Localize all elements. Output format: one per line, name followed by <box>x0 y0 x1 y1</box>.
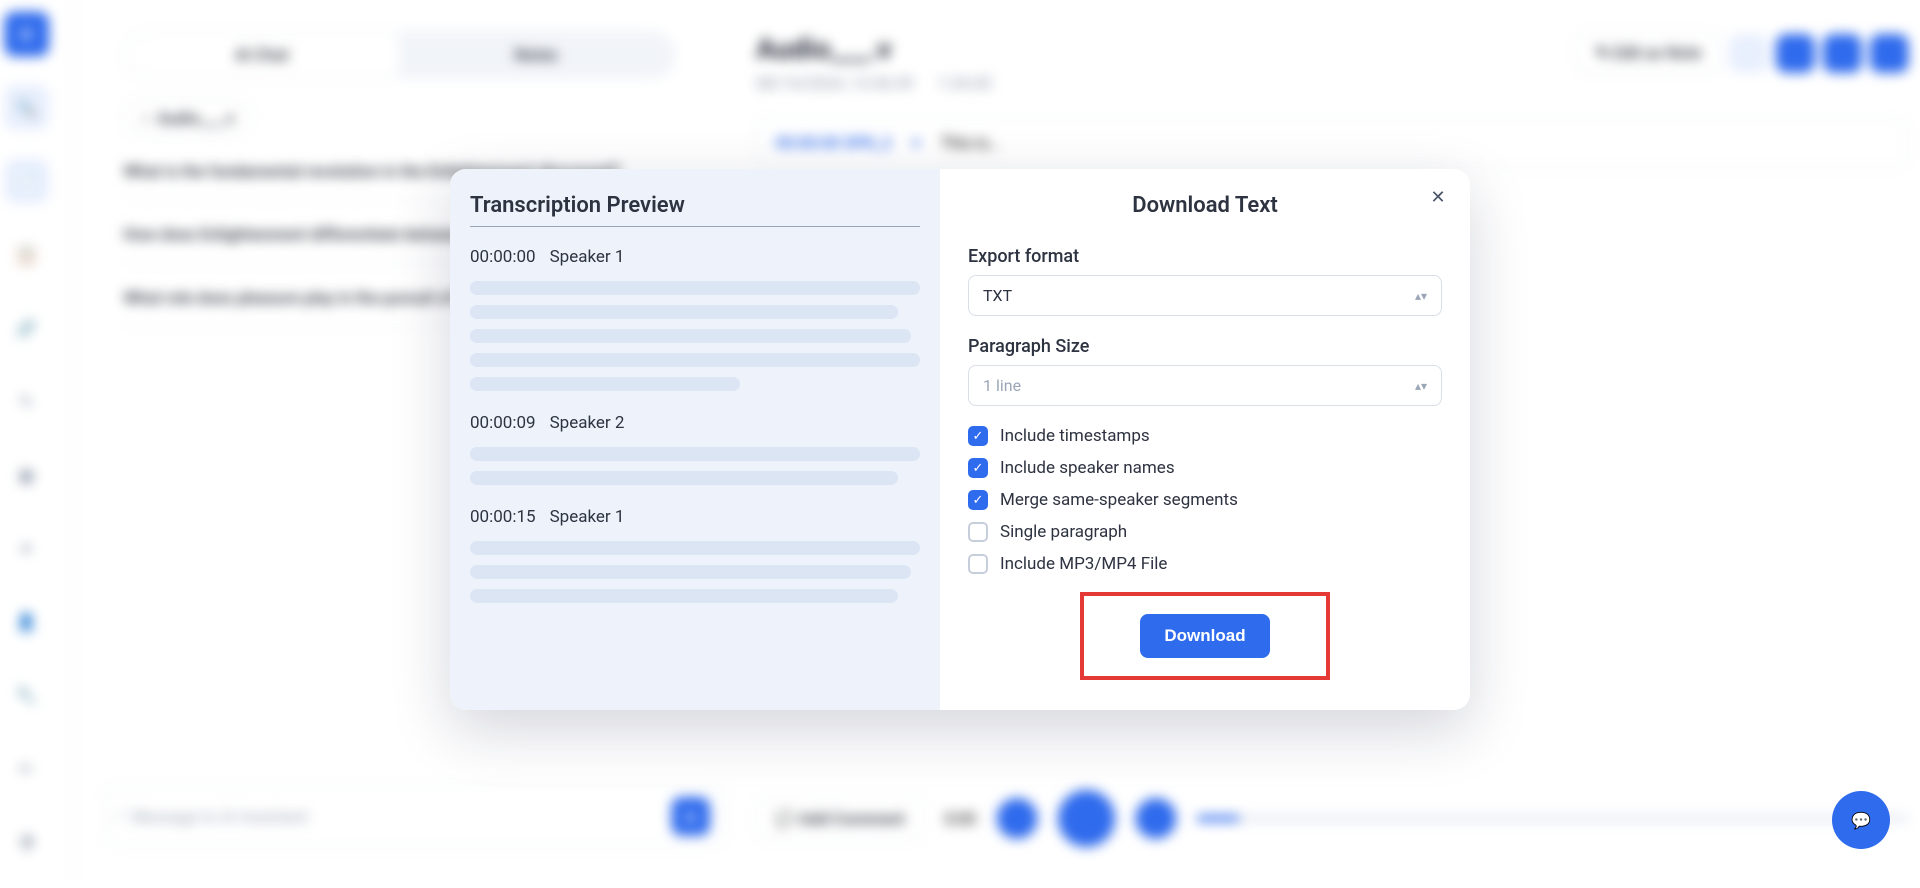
segment-speaker: Speaker 1 <box>550 507 625 527</box>
placeholder-line <box>470 281 920 295</box>
chat-icon: 💬 <box>1851 811 1871 830</box>
preview-segment: 00:00:00 Speaker 1 <box>470 247 920 391</box>
checkbox[interactable]: ✓ <box>968 490 988 510</box>
preview-segment: 00:00:09 Speaker 2 <box>470 413 920 485</box>
preview-segment: 00:00:15 Speaker 1 <box>470 507 920 603</box>
checkbox[interactable]: ✓ <box>968 458 988 478</box>
download-highlight-box: Download <box>1080 592 1329 680</box>
segment-header: 00:00:15 Speaker 1 <box>470 507 920 527</box>
checkbox-row[interactable]: Include MP3/MP4 File <box>968 554 1442 574</box>
placeholder-line <box>470 541 920 555</box>
checkbox-row[interactable]: ✓ Include timestamps <box>968 426 1442 446</box>
placeholder-line <box>470 447 920 461</box>
placeholder-line <box>470 305 898 319</box>
chat-fab[interactable]: 💬 <box>1832 791 1890 849</box>
segment-time: 00:00:00 <box>470 247 536 267</box>
checkbox[interactable]: ✓ <box>968 426 988 446</box>
checkbox-label: Include MP3/MP4 File <box>1000 554 1167 574</box>
placeholder-line <box>470 589 898 603</box>
segment-speaker: Speaker 1 <box>550 247 625 267</box>
segment-header: 00:00:00 Speaker 1 <box>470 247 920 267</box>
placeholder-line <box>470 471 898 485</box>
checkbox-label: Include speaker names <box>1000 458 1175 478</box>
download-button[interactable]: Download <box>1140 614 1269 658</box>
checkbox[interactable] <box>968 554 988 574</box>
preview-title: Transcription Preview <box>470 193 920 227</box>
modal-overlay: ✕ Transcription Preview 00:00:00 Speaker … <box>0 0 1920 879</box>
placeholder-line <box>470 329 911 343</box>
placeholder-line <box>470 565 911 579</box>
segment-header: 00:00:09 Speaker 2 <box>470 413 920 433</box>
segment-time: 00:00:15 <box>470 507 536 527</box>
checkbox-row[interactable]: ✓ Merge same-speaker segments <box>968 490 1442 510</box>
checkbox-label: Include timestamps <box>1000 426 1150 446</box>
export-format-label: Export format <box>968 246 1442 267</box>
checkbox-row[interactable]: Single paragraph <box>968 522 1442 542</box>
close-button[interactable]: ✕ <box>1426 185 1450 209</box>
modal-title: Download Text <box>968 193 1442 218</box>
placeholder-line <box>470 353 920 367</box>
checkbox-label: Single paragraph <box>1000 522 1127 542</box>
download-text-modal: ✕ Transcription Preview 00:00:00 Speaker … <box>450 169 1470 710</box>
segment-time: 00:00:09 <box>470 413 536 433</box>
export-format-select[interactable]: TXT ▴▾ <box>968 275 1442 316</box>
paragraph-size-label: Paragraph Size <box>968 336 1442 357</box>
select-chevron-icon: ▴▾ <box>1415 380 1427 392</box>
export-format-value: TXT <box>983 286 1012 305</box>
placeholder-line <box>470 377 740 391</box>
select-chevron-icon: ▴▾ <box>1415 290 1427 302</box>
download-form-pane: Download Text Export format TXT ▴▾ Parag… <box>940 169 1470 710</box>
checkbox[interactable] <box>968 522 988 542</box>
checkbox-label: Merge same-speaker segments <box>1000 490 1238 510</box>
paragraph-size-value: 1 line <box>983 376 1021 395</box>
segment-speaker: Speaker 2 <box>550 413 625 433</box>
transcription-preview-pane: Transcription Preview 00:00:00Speaker 10… <box>450 169 940 710</box>
checkbox-row[interactable]: ✓ Include speaker names <box>968 458 1442 478</box>
paragraph-size-select[interactable]: 1 line ▴▾ <box>968 365 1442 406</box>
